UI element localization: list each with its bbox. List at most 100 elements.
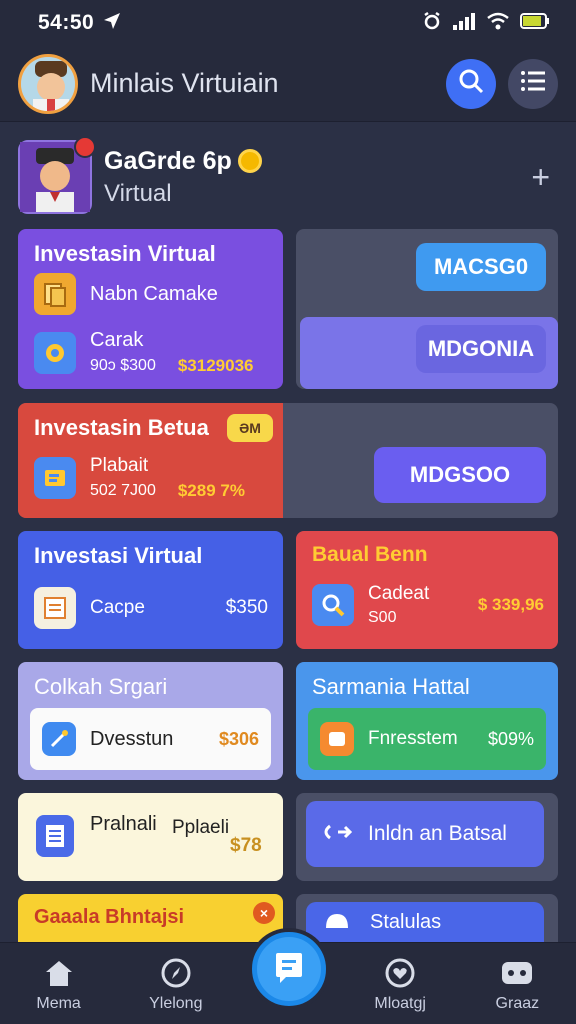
location-arrow-icon xyxy=(102,11,122,36)
mdgsoo-button[interactable]: MDGSOO xyxy=(374,447,546,503)
document-stack-icon xyxy=(34,273,76,315)
mdgonia-button[interactable]: MDGONIA xyxy=(416,325,546,373)
card-title: Colkah Srgari xyxy=(34,674,168,699)
add-button[interactable]: + xyxy=(531,159,558,196)
card-investasin-virtual[interactable]: Investasin Virtual Nabn Camake Carak 90ɔ… xyxy=(18,229,283,389)
nav-profile[interactable]: Graaz xyxy=(467,955,567,1013)
card-title: Gaaala Bhntajsi xyxy=(34,906,185,928)
notification-badge xyxy=(74,136,96,158)
app-header: Minlais Virtuiain xyxy=(0,46,576,122)
signal-icon xyxy=(452,11,476,36)
close-icon[interactable]: × xyxy=(253,902,275,924)
card-item[interactable]: Fnresstem $09% xyxy=(308,708,546,770)
card-baual-benn[interactable]: Baual Benn Cadeat S00 $ 339,96 xyxy=(296,531,558,649)
card-inldn-an-batsal[interactable]: Inldn an Batsal xyxy=(296,793,558,881)
nav-portfolio[interactable]: Mloatgj xyxy=(350,955,450,1013)
card-item-label: Carak xyxy=(90,329,144,351)
tools-icon xyxy=(42,722,76,756)
profile-section: GaGrde 6p Virtual + xyxy=(18,136,558,216)
status-left: 54:50 xyxy=(38,11,122,36)
card-pralnali[interactable]: Pralnali Pplaeli $78 xyxy=(18,793,283,881)
app-title: Minlais Virtuiain xyxy=(90,68,279,98)
card-item: Carak 90ɔ $300 $3129036 xyxy=(34,329,253,376)
card-item[interactable]: Inldn an Batsal xyxy=(306,801,544,867)
card-item[interactable]: Dvesstun $306 xyxy=(30,708,271,770)
card-value: $78 xyxy=(230,835,262,856)
card-investasi-virtual[interactable]: Investasi Virtual Cacpe $350 xyxy=(18,531,283,649)
card-investasin-betua[interactable]: Investasin Betua ƏM Plabait 502 7J00 $28… xyxy=(18,403,558,518)
macsg0-button[interactable]: MACSG0 xyxy=(416,243,546,291)
card-item-value: $350 xyxy=(225,597,268,618)
card-item-sub: 502 7J00 xyxy=(90,482,156,499)
profile-name: GaGrde 6p xyxy=(104,146,232,175)
card-colkah-srgari[interactable]: Colkah Srgari Dvesstun $306 xyxy=(18,662,283,780)
card-item-value: $09% xyxy=(487,728,534,749)
nav-label: Mloatgj xyxy=(374,994,426,1012)
card-title: Baual Benn xyxy=(312,543,428,566)
card-item-label: Nabn Camake xyxy=(90,282,218,305)
card-title: Investasin Virtual xyxy=(34,241,216,266)
plus-icon: + xyxy=(531,158,550,195)
card-item: Plabait 502 7J00 $289 7% xyxy=(34,455,245,501)
card-title: Investasin Betua xyxy=(34,415,209,440)
card-item-value: $306 xyxy=(218,728,259,749)
document-icon xyxy=(34,587,76,629)
compass-icon xyxy=(126,955,226,991)
profile-text: GaGrde 6p Virtual xyxy=(104,147,531,208)
card-item-label: Stalulas xyxy=(370,910,442,933)
card-item-value: $ 339,96 xyxy=(477,595,544,614)
card-item: Stalulas xyxy=(306,902,544,942)
menu-button[interactable] xyxy=(508,58,558,109)
card-label: Pralnali xyxy=(90,813,157,835)
nav-label: Mema xyxy=(36,994,81,1012)
card-title: Investasi Virtual xyxy=(34,543,203,568)
battery-icon xyxy=(520,12,550,35)
card-item-label: Cacpe xyxy=(90,597,145,618)
home-icon xyxy=(9,955,109,991)
card-item-value: $289 7% xyxy=(177,481,245,500)
notepad-icon xyxy=(36,815,74,857)
heart-circle-icon xyxy=(350,955,450,991)
status-bar: 54:50 xyxy=(0,0,576,46)
nav-home[interactable]: Mema xyxy=(9,955,109,1013)
status-icons xyxy=(422,11,550,36)
chat-doc-icon xyxy=(272,949,306,990)
screen-icon xyxy=(320,722,354,756)
card-badge: ƏM xyxy=(227,414,273,442)
gear-icon xyxy=(34,331,76,374)
search-icon xyxy=(458,68,484,99)
card-item-sub: S00 xyxy=(368,609,397,626)
swap-arrow-icon xyxy=(320,820,354,849)
profile-picture[interactable] xyxy=(18,136,96,214)
card-item-label: Dvesstun xyxy=(90,727,174,750)
magnifier-icon xyxy=(312,584,354,626)
status-time: 54:50 xyxy=(38,11,95,34)
center-action-button[interactable] xyxy=(252,932,326,1006)
card-label: Pplaeli xyxy=(172,817,230,838)
gamepad-icon xyxy=(467,955,567,991)
wallet-icon xyxy=(34,457,76,499)
user-avatar[interactable] xyxy=(18,53,78,114)
card-gaaala-bhntajsi[interactable]: Gaaala Bhntajsi × xyxy=(18,894,283,942)
profile-subtitle: Virtual xyxy=(104,179,172,207)
card-item: Cadeat S00 $ 339,96 xyxy=(312,583,544,627)
alarm-icon xyxy=(422,11,442,36)
action-panel-1: MACSG0 MDGONIA xyxy=(296,229,558,389)
card-item-label: Fnresstem xyxy=(368,728,458,749)
nav-explore[interactable]: Ylelong xyxy=(126,955,226,1013)
bell-icon xyxy=(322,908,352,937)
card-stalulas[interactable]: Stalulas xyxy=(296,894,558,942)
card-sarmania-hattal[interactable]: Sarmania Hattal Fnresstem $09% xyxy=(296,662,558,780)
search-button[interactable] xyxy=(446,58,496,109)
profile-name-row: GaGrde 6p xyxy=(104,147,531,176)
card-item-label: Inldn an Batsal xyxy=(368,822,507,845)
nav-label: Graaz xyxy=(495,994,540,1012)
nav-label: Ylelong xyxy=(149,994,203,1012)
coin-icon xyxy=(237,149,262,173)
card-item-sub: 90ɔ $300 xyxy=(90,357,156,374)
card-item-label: Plabait xyxy=(90,455,149,476)
wifi-icon xyxy=(486,11,510,36)
list-menu-icon xyxy=(520,70,546,97)
card-item-label: Cadeat xyxy=(368,583,430,604)
card-item: Nabn Camake xyxy=(34,273,218,315)
